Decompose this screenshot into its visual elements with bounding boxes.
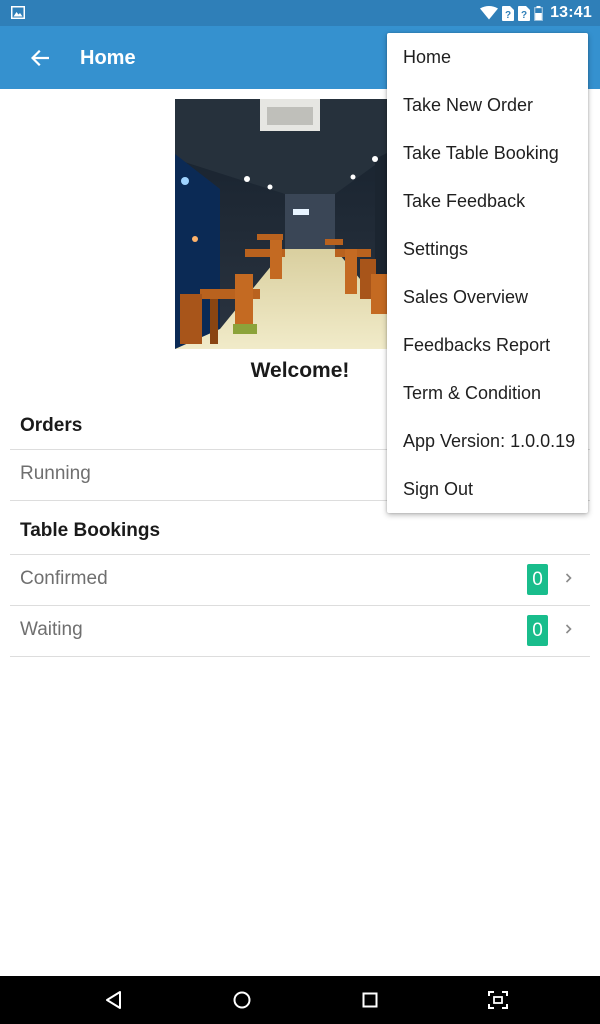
count-badge: 0 xyxy=(527,615,548,646)
wifi-icon xyxy=(480,6,499,20)
bookings-waiting-row[interactable]: Waiting 0 xyxy=(10,605,590,657)
page-title: Home xyxy=(80,47,136,69)
overflow-menu: Home Take New Order Take Table Booking T… xyxy=(387,33,588,513)
menu-item-feedbacks-report[interactable]: Feedbacks Report xyxy=(387,321,588,369)
image-notification-icon xyxy=(11,6,25,19)
orders-header: Orders xyxy=(20,415,83,436)
arrow-left-icon xyxy=(31,50,49,66)
status-bar: ? ? 13:41 xyxy=(0,0,600,26)
row-label: Running xyxy=(20,463,91,484)
system-nav-bar xyxy=(0,976,600,1024)
menu-item-take-new-order[interactable]: Take New Order xyxy=(387,81,588,129)
back-triangle-icon[interactable] xyxy=(102,988,126,1012)
menu-item-term-condition[interactable]: Term & Condition xyxy=(387,369,588,417)
row-label: Confirmed xyxy=(20,568,108,589)
sim-2-label: ? xyxy=(521,10,527,21)
menu-item-home[interactable]: Home xyxy=(387,33,588,81)
menu-item-take-table-booking[interactable]: Take Table Booking xyxy=(387,129,588,177)
bookings-confirmed-row[interactable]: Confirmed 0 xyxy=(10,554,590,605)
home-circle-icon[interactable] xyxy=(230,988,254,1012)
menu-item-sales-overview[interactable]: Sales Overview xyxy=(387,273,588,321)
sim-2-icon: ? xyxy=(518,5,531,21)
chevron-right-icon xyxy=(565,573,572,583)
back-button[interactable] xyxy=(26,44,54,72)
row-label: Waiting xyxy=(20,619,83,640)
menu-item-take-feedback[interactable]: Take Feedback xyxy=(387,177,588,225)
menu-item-sign-out[interactable]: Sign Out xyxy=(387,465,588,513)
menu-item-app-version[interactable]: App Version: 1.0.0.19 xyxy=(387,417,588,465)
screenshot-icon[interactable] xyxy=(486,988,510,1012)
menu-item-settings[interactable]: Settings xyxy=(387,225,588,273)
chevron-right-icon xyxy=(565,624,572,634)
sim-1-icon: ? xyxy=(502,5,515,21)
sim-1-label: ? xyxy=(505,10,511,21)
recents-square-icon[interactable] xyxy=(358,988,382,1012)
table-bookings-header: Table Bookings xyxy=(20,520,161,541)
status-time: 13:41 xyxy=(550,4,592,21)
status-icons: ? ? 13:41 xyxy=(480,0,592,26)
battery-icon xyxy=(534,5,543,21)
count-badge: 0 xyxy=(527,564,548,595)
home-screen: ? ? 13:41 Home Welcome! Orders Running T… xyxy=(0,0,600,1024)
